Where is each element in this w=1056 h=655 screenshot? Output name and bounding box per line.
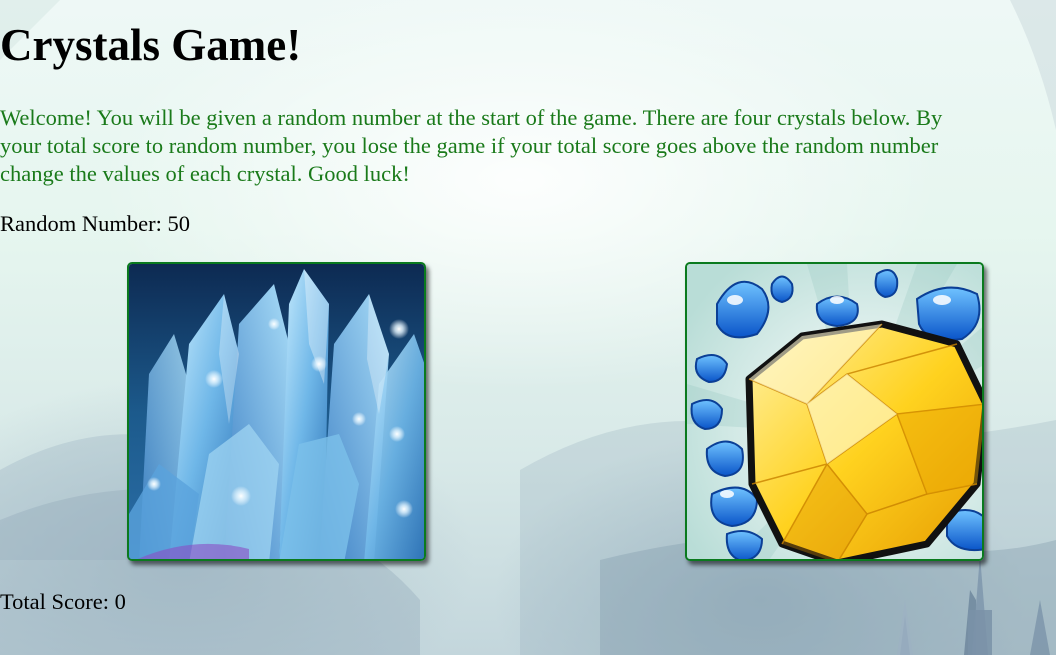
instructions-line-1: Welcome! You will be given a random numb… [0,105,943,130]
random-number-label: Random Number: [0,211,162,236]
instructions-line-2: your total score to random number, you l… [0,133,939,158]
yellow-gem-icon [687,264,982,559]
instructions-text: Welcome! You will be given a random numb… [0,104,1056,188]
total-score-label: Total Score: [0,589,110,614]
crystal-button-2[interactable] [685,262,984,561]
total-score-display: Total Score: 0 [0,588,126,616]
instructions-line-3: change the values of each crystal. Good … [0,161,410,186]
crystal-button-1[interactable] [127,262,426,561]
ice-crystal-icon [129,264,424,559]
random-number-value: 50 [167,211,190,236]
random-number-display: Random Number: 50 [0,210,190,238]
page-title: Crystals Game! [0,20,302,70]
total-score-value: 0 [114,589,126,614]
